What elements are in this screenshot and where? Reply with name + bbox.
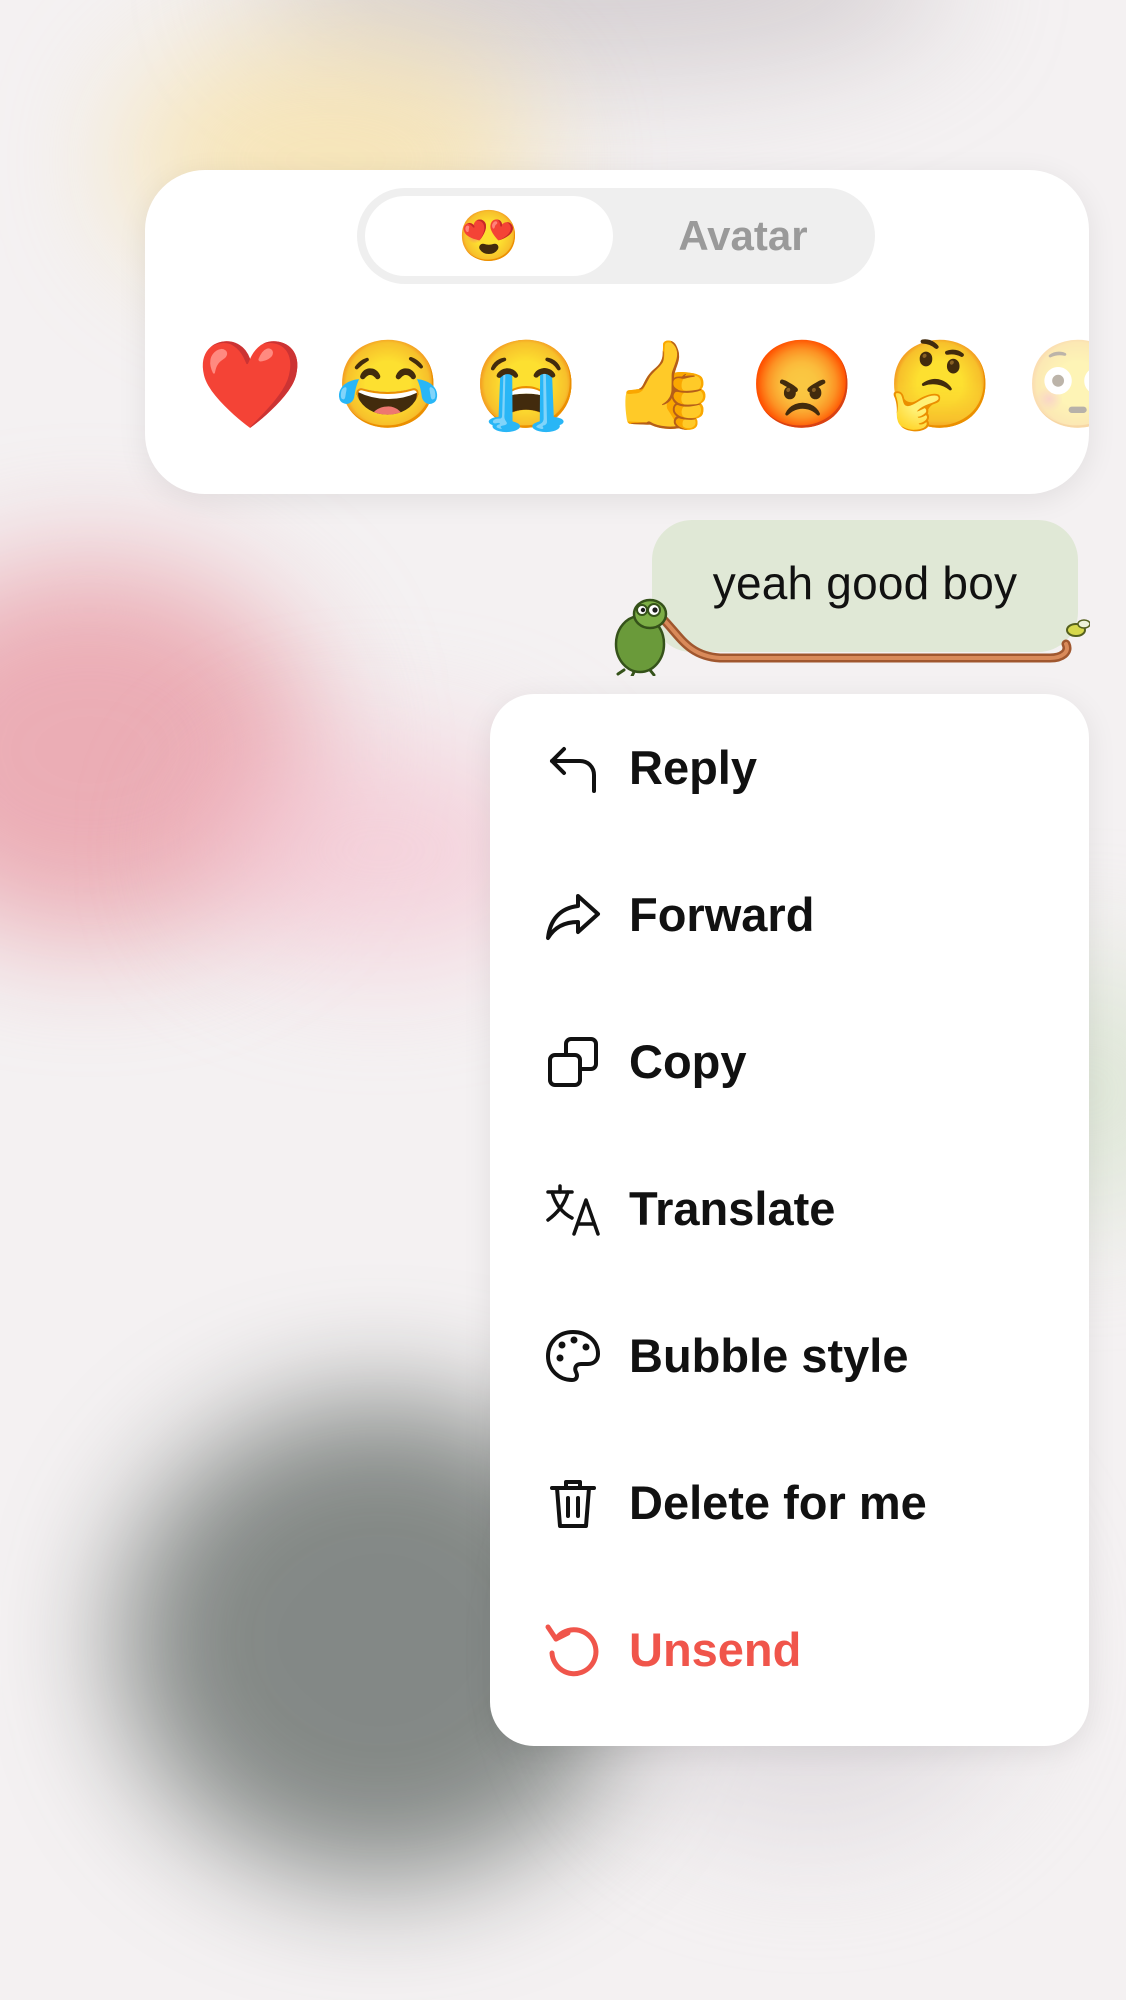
forward-icon (544, 886, 602, 944)
trash-icon (544, 1474, 602, 1532)
unsend-label: Unsend (629, 1623, 802, 1676)
thinking-face-icon[interactable]: 🤔 (885, 330, 995, 440)
menu-item-bubble-style[interactable]: Bubble style (490, 1282, 1089, 1429)
smiling-heart-eyes-icon: 😍 (457, 208, 521, 264)
copy-icon (544, 1033, 602, 1091)
menu-item-reply[interactable]: Reply (490, 694, 1089, 841)
message-context-menu: Reply Forward Copy Translate Bubble styl… (490, 694, 1089, 1746)
menu-item-forward[interactable]: Forward (490, 841, 1089, 988)
emoji-reactions: ❤️ 😂 😭 👍 😡 🤔 😳 (145, 330, 1089, 450)
loudly-crying-icon[interactable]: 😭 (471, 330, 581, 440)
palette-icon (544, 1327, 602, 1385)
thumbs-up-icon[interactable]: 👍 (609, 330, 719, 440)
angry-face-icon[interactable]: 😡 (747, 330, 857, 440)
reply-label: Reply (629, 741, 757, 794)
forward-label: Forward (629, 888, 815, 941)
flushed-face-icon[interactable]: 😳 (1023, 330, 1089, 440)
menu-item-delete-for-me[interactable]: Delete for me (490, 1429, 1089, 1576)
delete-for-me-label: Delete for me (629, 1476, 927, 1529)
reply-icon (544, 739, 602, 797)
undo-icon (544, 1621, 602, 1679)
tears-of-joy-icon[interactable]: 😂 (333, 330, 443, 440)
menu-item-unsend[interactable]: Unsend (490, 1576, 1089, 1723)
menu-item-copy[interactable]: Copy (490, 988, 1089, 1135)
translate-icon (544, 1180, 602, 1238)
red-heart-icon[interactable]: ❤️ (195, 330, 305, 440)
frog-sticker-icon (614, 598, 1090, 676)
tab-avatar[interactable]: Avatar (619, 196, 867, 276)
menu-item-translate[interactable]: Translate (490, 1135, 1089, 1282)
reaction-panel: 😍 Avatar ❤️ 😂 😭 👍 😡 🤔 😳 (145, 170, 1089, 494)
copy-label: Copy (629, 1035, 747, 1088)
translate-label: Translate (629, 1182, 836, 1235)
tab-emoji[interactable]: 😍 (365, 196, 613, 276)
reaction-type-switch: 😍 Avatar (357, 188, 875, 284)
bubble-style-label: Bubble style (629, 1329, 909, 1382)
